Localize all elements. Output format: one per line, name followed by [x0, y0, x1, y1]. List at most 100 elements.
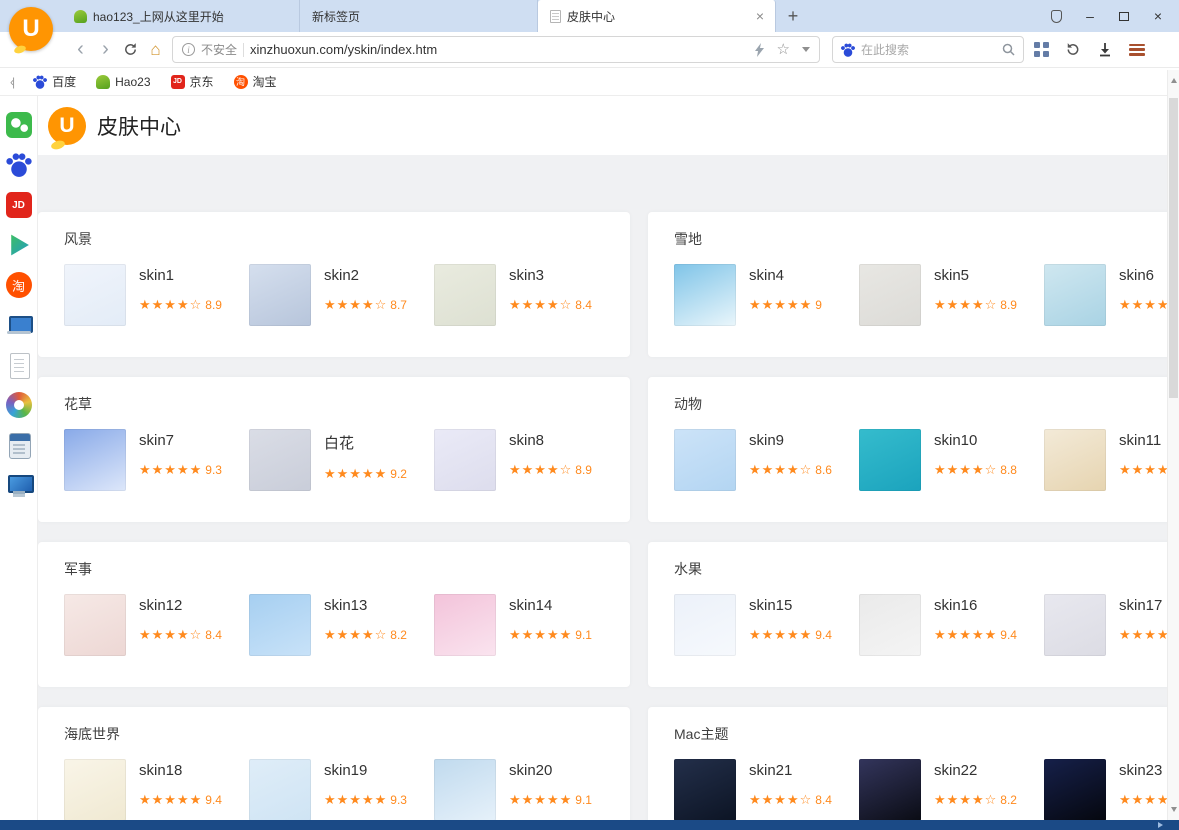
close-button[interactable]: ×	[1141, 0, 1175, 32]
shield-icon[interactable]	[1039, 0, 1073, 32]
skin-thumbnail[interactable]	[674, 594, 736, 656]
scroll-down-icon[interactable]	[1171, 807, 1177, 812]
skin-item[interactable]: skin11★★★★☆	[1044, 429, 1167, 491]
skin-item[interactable]: skin9★★★★☆8.6	[674, 429, 859, 491]
search-box[interactable]	[832, 36, 1024, 63]
skin-item[interactable]: skin20★★★★★9.1	[434, 759, 619, 820]
address-bar[interactable]: i 不安全 xinzhuoxun.com/yskin/index.htm ☆	[172, 36, 820, 63]
skin-item[interactable]: skin16★★★★★9.4	[859, 594, 1044, 656]
skin-thumbnail[interactable]	[64, 759, 126, 820]
skin-item[interactable]: skin18★★★★★9.4	[64, 759, 249, 820]
skin-thumbnail[interactable]	[1044, 594, 1106, 656]
skin-item[interactable]: skin21★★★★☆8.4	[674, 759, 859, 820]
skin-thumbnail[interactable]	[859, 429, 921, 491]
search-icon[interactable]	[1002, 43, 1015, 56]
skin-item[interactable]: skin7★★★★★9.3	[64, 429, 249, 491]
skin-thumbnail[interactable]	[249, 759, 311, 820]
bookmark-item[interactable]: 淘宝	[234, 73, 277, 90]
jd-icon[interactable]	[6, 192, 32, 218]
palette-icon[interactable]	[6, 392, 32, 418]
skin-thumbnail[interactable]	[249, 594, 311, 656]
skin-item[interactable]: skin3★★★★☆8.4	[434, 264, 619, 326]
skin-thumbnail[interactable]	[674, 264, 736, 326]
skin-item[interactable]: skin14★★★★★9.1	[434, 594, 619, 656]
menu-button[interactable]	[1122, 35, 1152, 65]
taobao-icon[interactable]	[6, 272, 32, 298]
monitor-icon[interactable]	[6, 472, 32, 498]
browser-tab[interactable]: 皮肤中心×	[538, 0, 776, 32]
bookmark-item[interactable]: Hao23	[96, 75, 150, 89]
back-button[interactable]: ‹	[68, 36, 93, 64]
skin-thumbnail[interactable]	[859, 264, 921, 326]
skin-thumbnail[interactable]	[64, 429, 126, 491]
info-icon[interactable]: i	[182, 43, 195, 56]
skin-thumbnail[interactable]	[859, 759, 921, 820]
skin-item[interactable]: skin13★★★★☆8.2	[249, 594, 434, 656]
skin-thumbnail[interactable]	[434, 594, 496, 656]
new-tab-button[interactable]: +	[776, 0, 810, 32]
favorite-star-icon[interactable]: ☆	[777, 42, 790, 57]
star-rating: ★★★★★	[324, 792, 387, 807]
tab-close-icon[interactable]: ×	[753, 8, 767, 24]
skin-thumbnail[interactable]	[249, 429, 311, 491]
skin-thumbnail[interactable]	[859, 594, 921, 656]
uc-browser-logo[interactable]	[9, 7, 53, 51]
skin-items-row: skin4★★★★★9skin5★★★★☆8.9skin6★★★★☆	[674, 264, 1167, 326]
skin-item[interactable]: skin23★★★★☆	[1044, 759, 1167, 820]
home-button[interactable]: ⌂	[143, 36, 168, 64]
skin-item[interactable]: skin10★★★★☆8.8	[859, 429, 1044, 491]
skin-thumbnail[interactable]	[64, 594, 126, 656]
download-button[interactable]	[1090, 35, 1120, 65]
skin-item[interactable]: skin8★★★★☆8.9	[434, 429, 619, 491]
bookmark-item[interactable]: 京东	[171, 73, 214, 90]
minimize-button[interactable]: –	[1073, 0, 1107, 32]
browser-tab[interactable]: hao123_上网从这里开始	[62, 0, 300, 32]
skin-item[interactable]: skin1★★★★☆8.9	[64, 264, 249, 326]
bookmark-label: 淘宝	[253, 73, 277, 90]
vertical-scrollbar[interactable]	[1167, 70, 1179, 820]
forward-button[interactable]: ›	[93, 36, 118, 64]
scroll-up-icon[interactable]	[1171, 78, 1177, 83]
skin-item[interactable]: skin5★★★★☆8.9	[859, 264, 1044, 326]
calculator-icon[interactable]	[6, 432, 32, 458]
laptop-icon[interactable]	[6, 312, 32, 338]
reload-button[interactable]	[118, 36, 143, 64]
skin-item[interactable]: skin4★★★★★9	[674, 264, 859, 326]
baidu-icon[interactable]	[6, 152, 32, 178]
skin-rating: ★★★★☆	[1119, 297, 1167, 313]
search-input[interactable]	[861, 43, 996, 57]
skin-item[interactable]: skin19★★★★★9.3	[249, 759, 434, 820]
skin-thumbnail[interactable]	[434, 759, 496, 820]
url-text[interactable]: xinzhuoxun.com/yskin/index.htm	[250, 42, 437, 57]
collapse-bookmarks-icon[interactable]: ‹|	[10, 75, 13, 89]
skin-item[interactable]: skin15★★★★★9.4	[674, 594, 859, 656]
skin-thumbnail[interactable]	[1044, 429, 1106, 491]
skin-thumbnail[interactable]	[434, 264, 496, 326]
skin-thumbnail[interactable]	[674, 759, 736, 820]
apps-grid-button[interactable]	[1026, 35, 1056, 65]
skin-thumbnail[interactable]	[674, 429, 736, 491]
skin-thumbnail[interactable]	[434, 429, 496, 491]
chevron-down-icon[interactable]	[802, 47, 810, 52]
wechat-icon[interactable]	[6, 112, 32, 138]
skin-item[interactable]: skin22★★★★☆8.2	[859, 759, 1044, 820]
video-icon[interactable]	[6, 232, 32, 258]
skin-item[interactable]: skin6★★★★☆	[1044, 264, 1167, 326]
skin-item[interactable]: skin12★★★★☆8.4	[64, 594, 249, 656]
browser-tab[interactable]: 新标签页	[300, 0, 538, 32]
maximize-button[interactable]	[1107, 0, 1141, 32]
skin-item[interactable]: 白花★★★★★9.2	[249, 429, 434, 491]
undo-button[interactable]	[1058, 35, 1088, 65]
skin-name: 白花	[324, 432, 407, 453]
lightning-icon[interactable]	[755, 43, 765, 57]
skin-thumbnail[interactable]	[64, 264, 126, 326]
skin-item[interactable]: skin2★★★★☆8.7	[249, 264, 434, 326]
notes-icon[interactable]	[6, 352, 32, 378]
skin-item[interactable]: skin17★★★★☆	[1044, 594, 1167, 656]
skin-thumbnail[interactable]	[1044, 759, 1106, 820]
bookmark-item[interactable]: 百度	[33, 73, 76, 90]
skin-thumbnail[interactable]	[1044, 264, 1106, 326]
skin-thumbnail[interactable]	[249, 264, 311, 326]
star-rating: ★★★★★	[509, 627, 572, 642]
scrollbar-thumb[interactable]	[1169, 98, 1178, 398]
